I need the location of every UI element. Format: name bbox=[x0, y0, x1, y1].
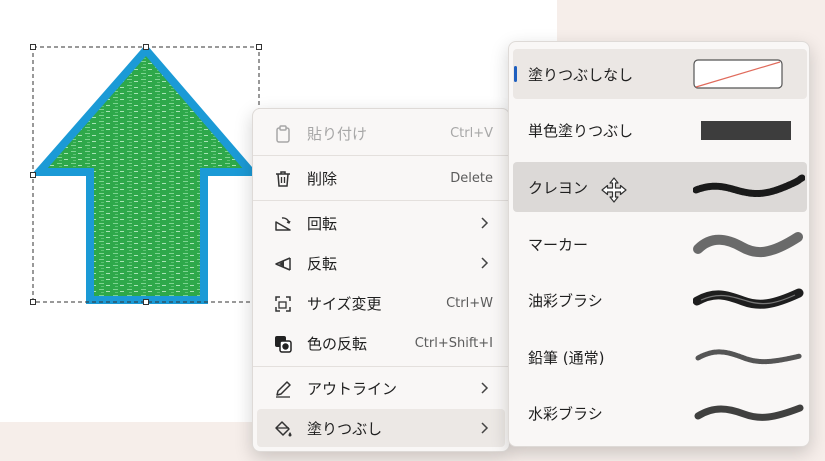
menu-item-label: 色の反転 bbox=[307, 334, 368, 353]
chevron-right-icon bbox=[481, 217, 489, 229]
fill-option-label: クレヨン bbox=[528, 179, 589, 197]
flip-icon bbox=[275, 257, 291, 271]
resize-handle-top-left[interactable] bbox=[30, 44, 36, 50]
resize-handle-bottom-left[interactable] bbox=[30, 299, 36, 305]
fill-option-watercolor-brush[interactable]: 水彩ブラシ bbox=[513, 388, 807, 438]
fill-option-label: 油彩ブラシ bbox=[528, 292, 603, 310]
menu-item-label: 回転 bbox=[307, 214, 338, 233]
resize-handle-top-right[interactable] bbox=[256, 44, 262, 50]
menu-divider bbox=[253, 200, 509, 201]
resize-icon bbox=[275, 296, 291, 312]
menu-item-fill[interactable]: 塗りつぶし bbox=[257, 409, 505, 447]
fill-option-label: 鉛筆 (通常) bbox=[528, 349, 605, 367]
menu-item-delete[interactable]: 削除 Delete bbox=[257, 159, 505, 197]
oil-brush-preview-icon bbox=[693, 288, 804, 309]
fill-option-oil-brush[interactable]: 油彩ブラシ bbox=[513, 275, 807, 325]
menu-item-resize[interactable]: サイズ変更 Ctrl+W bbox=[257, 284, 505, 322]
no-fill-preview-icon bbox=[693, 59, 783, 89]
watercolor-brush-preview-icon bbox=[694, 404, 804, 421]
menu-divider bbox=[253, 155, 509, 156]
fill-option-pencil[interactable]: 鉛筆 (通常) bbox=[513, 332, 807, 382]
pen-outline-icon bbox=[276, 381, 291, 398]
resize-handle-left[interactable] bbox=[30, 172, 36, 178]
fill-option-label: 単色塗りつぶし bbox=[528, 122, 634, 140]
chevron-right-icon bbox=[481, 382, 489, 394]
menu-item-label: 反転 bbox=[307, 254, 338, 273]
resize-handle-top[interactable] bbox=[143, 44, 149, 50]
menu-item-label: 貼り付け bbox=[307, 124, 368, 143]
menu-item-outline[interactable]: アウトライン bbox=[257, 369, 505, 407]
move-cursor-icon bbox=[601, 177, 627, 203]
fill-option-crayon[interactable]: クレヨン bbox=[513, 162, 807, 212]
trash-icon bbox=[276, 171, 290, 187]
selected-indicator bbox=[514, 66, 517, 82]
resize-handle-bottom[interactable] bbox=[143, 299, 149, 305]
menu-item-shortcut: Ctrl+W bbox=[446, 295, 493, 311]
solid-fill-preview-icon bbox=[701, 121, 791, 140]
crayon-preview-icon bbox=[693, 174, 805, 197]
menu-item-invert-color[interactable]: 色の反転 Ctrl+Shift+I bbox=[257, 324, 505, 362]
context-menu: 貼り付け Ctrl+V 削除 Delete 回転 反転 サイズ変更 Ctrl+W… bbox=[252, 108, 510, 452]
clipboard-icon bbox=[276, 125, 290, 143]
menu-item-label: 塗りつぶし bbox=[307, 419, 383, 438]
fill-option-label: 水彩ブラシ bbox=[528, 405, 603, 423]
fill-option-solid[interactable]: 単色塗りつぶし bbox=[513, 105, 807, 155]
menu-divider bbox=[253, 366, 509, 367]
chevron-right-icon bbox=[481, 257, 489, 269]
menu-item-label: サイズ変更 bbox=[307, 294, 382, 313]
rotate-icon bbox=[275, 217, 291, 231]
marker-preview-icon bbox=[693, 232, 803, 258]
fill-option-none[interactable]: 塗りつぶしなし bbox=[513, 49, 807, 99]
paint-bucket-icon bbox=[275, 421, 292, 437]
menu-item-flip[interactable]: 反転 bbox=[257, 244, 505, 282]
fill-option-label: マーカー bbox=[528, 236, 589, 254]
menu-item-shortcut: Ctrl+Shift+I bbox=[414, 335, 493, 351]
menu-item-shortcut: Ctrl+V bbox=[450, 125, 493, 141]
menu-item-label: アウトライン bbox=[307, 379, 398, 398]
menu-item-rotate[interactable]: 回転 bbox=[257, 204, 505, 242]
fill-submenu: 塗りつぶしなし 単色塗りつぶし クレヨン マーカー 油彩ブラシ 鉛筆 (通常) … bbox=[508, 41, 810, 447]
fill-option-marker[interactable]: マーカー bbox=[513, 219, 807, 269]
menu-item-shortcut: Delete bbox=[450, 170, 493, 186]
chevron-right-icon bbox=[481, 422, 489, 434]
pencil-preview-icon bbox=[695, 349, 803, 365]
menu-item-label: 削除 bbox=[307, 169, 338, 188]
fill-option-label: 塗りつぶしなし bbox=[528, 66, 634, 84]
invert-color-icon bbox=[275, 336, 292, 353]
menu-item-paste[interactable]: 貼り付け Ctrl+V bbox=[257, 114, 505, 152]
